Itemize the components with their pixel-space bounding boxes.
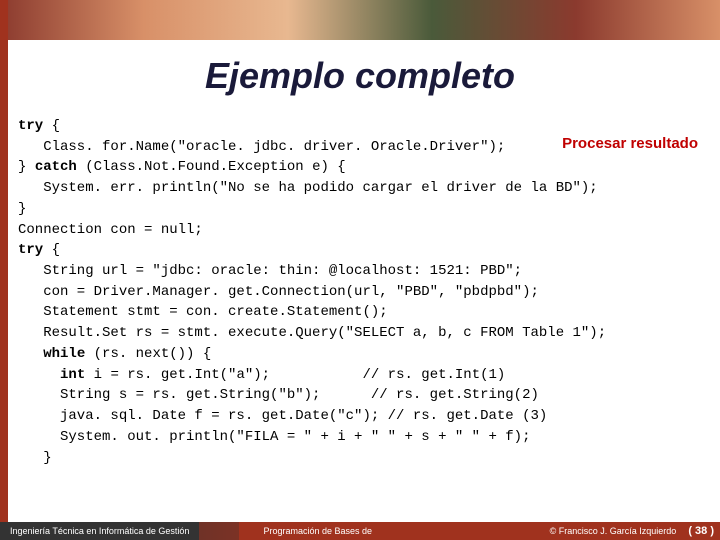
code-line: } [18,159,35,175]
code-line: con = Driver.Manager. get.Connection(url… [18,284,539,300]
kw-int: int [60,367,85,383]
code-line: i = rs. get.Int("a"); // rs. get.Int(1) [85,367,505,383]
code-line: Statement stmt = con. create.Statement()… [18,304,388,320]
kw-try: try [18,242,43,258]
code-line: String url = "jdbc: oracle: thin: @local… [18,263,522,279]
code-line [18,367,60,383]
code-line: (rs. next()) { [85,346,211,362]
footer-center: Programación de Bases de [239,522,396,540]
code-line: { [43,242,60,258]
code-line: System. out. println("FILA = " + i + " "… [18,429,530,445]
page-number: ( 38 ) [682,522,720,540]
code-line: String s = rs. get.String("b"); // rs. g… [18,387,539,403]
code-line: { [43,118,60,134]
slide-title: Ejemplo completo [0,55,720,97]
code-line: Class. for.Name("oracle. jdbc. driver. O… [18,139,505,155]
code-line: Result.Set rs = stmt. execute.Query("SEL… [18,325,606,341]
code-line: } [18,450,52,466]
code-line: (Class.Not.Found.Exception e) { [77,159,346,175]
code-line: java. sql. Date f = rs. get.Date("c"); /… [18,408,547,424]
code-line [18,346,43,362]
header-band [0,0,720,40]
kw-catch: catch [35,159,77,175]
footer: Ingeniería Técnica en Informática de Ges… [0,522,720,540]
kw-try: try [18,118,43,134]
slide: Ejemplo completo Procesar resultado try … [0,0,720,540]
code-line: } [18,201,26,217]
kw-while: while [43,346,85,362]
annotation-callout: Procesar resultado [562,135,698,152]
footer-left: Ingeniería Técnica en Informática de Ges… [0,522,199,540]
code-block: try { Class. for.Name("oracle. jdbc. dri… [12,112,708,518]
code-line: Connection con = null; [18,222,203,238]
footer-right: © Francisco J. García Izquierdo [510,522,683,540]
code-line: System. err. println("No se ha podido ca… [18,180,598,196]
